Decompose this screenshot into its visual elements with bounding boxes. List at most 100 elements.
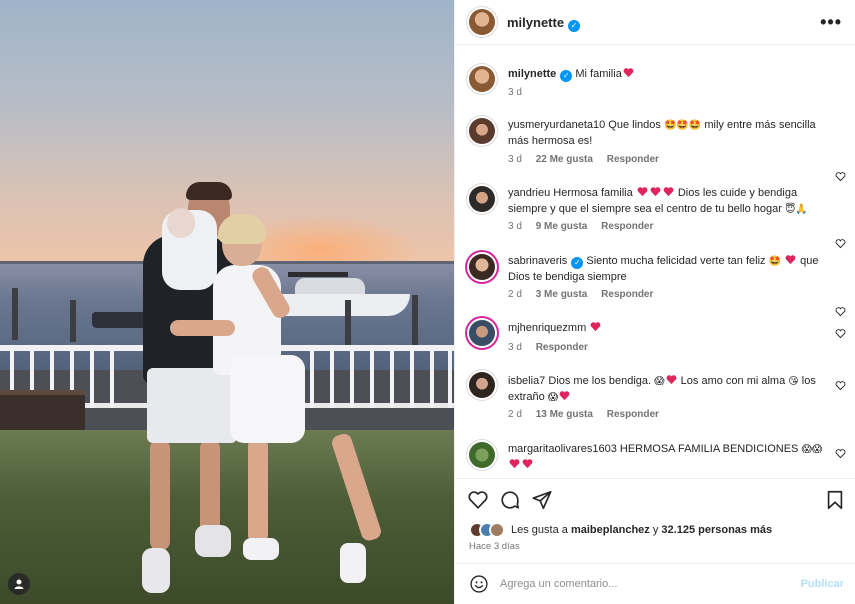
star-struck-icon: 🤩 <box>768 256 782 267</box>
man-hair <box>186 182 232 200</box>
share-paper-plane-icon[interactable] <box>531 489 553 511</box>
emoji-picker-icon[interactable] <box>469 574 489 594</box>
comment-input[interactable] <box>500 574 780 594</box>
man-shoe <box>142 548 170 593</box>
red-heart-icon <box>666 375 677 385</box>
save-bookmark-icon[interactable] <box>824 489 846 511</box>
screaming-face-icon: 😱😱 <box>801 444 823 455</box>
comment-text: sabrinaveris ✓ Siento mucha felicidad ver… <box>508 254 823 285</box>
comment-meta: 3 d <box>508 87 533 98</box>
piling <box>70 300 76 342</box>
comment-body: Dios me los bendiga. <box>548 375 652 387</box>
comment-text: yandrieu Hermosa familia Dios les cuide … <box>508 186 823 217</box>
like-comment-icon[interactable] <box>835 448 846 459</box>
tagged-users-button[interactable] <box>8 573 30 595</box>
like-heart-icon[interactable] <box>467 489 489 511</box>
reply-link[interactable]: Responder <box>536 342 588 353</box>
username-link[interactable]: sabrinaveris <box>508 255 567 267</box>
post-photo[interactable] <box>0 0 454 604</box>
screaming-face-icon: 😱 <box>547 391 559 403</box>
comment-text: yusmeryurdaneta10 Que lindos 🤩🤩🤩 mily en… <box>508 118 823 149</box>
verified-badge-icon: ✓ <box>571 257 584 269</box>
verified-badge-icon: ✓ <box>560 70 573 82</box>
comment-text: mjhenriquezmm <box>508 321 823 337</box>
comment-bubble-icon[interactable] <box>499 489 521 511</box>
username-link[interactable]: margaritaolivares1603 <box>508 443 617 455</box>
reply-link[interactable]: Responder <box>607 154 659 165</box>
comment-text: isbelia7 Dios me los bendiga. 😱 Los amo … <box>508 374 823 405</box>
red-heart-icon <box>785 255 796 265</box>
post-header: milynette ✓ ••• <box>455 0 855 45</box>
user-icon <box>14 579 24 589</box>
username-link[interactable]: yandrieu <box>508 187 550 199</box>
liker-username-link[interactable]: maibeplanchez <box>571 524 650 536</box>
man-leg <box>200 440 220 535</box>
liker-avatar <box>489 522 505 538</box>
username-text: milynette <box>508 68 557 80</box>
post-timestamp[interactable]: Hace 3 días <box>469 541 520 552</box>
avatar[interactable] <box>469 9 495 35</box>
like-count-link[interactable]: 3 Me gusta <box>536 289 588 300</box>
like-count-link[interactable]: 22 Me gusta <box>536 154 593 165</box>
post-side-panel: milynette ✓ ••• milynette ✓ Mi familia 3 d… <box>454 0 855 604</box>
like-comment-icon[interactable] <box>835 238 846 249</box>
like-comment-icon[interactable] <box>835 380 846 391</box>
heart-eyes-icon: 🤩🤩🤩 <box>663 120 702 131</box>
red-heart-icon <box>663 187 674 197</box>
piling <box>412 295 418 350</box>
man-leg <box>150 440 170 550</box>
username-text: milynette <box>507 15 565 30</box>
timestamp: 3 d <box>508 154 522 165</box>
red-heart-icon <box>623 68 634 78</box>
man-shoe <box>195 525 231 557</box>
avatar[interactable] <box>469 186 495 212</box>
woman-hair <box>218 214 266 244</box>
comment-text: margaritaolivares1603 HERMOSA FAMILIA BE… <box>508 442 823 473</box>
blowing-kiss-icon: 😘 <box>788 376 799 387</box>
likes-middle: y <box>652 524 659 536</box>
avatar[interactable] <box>469 118 495 144</box>
publish-button[interactable]: Publicar <box>801 578 844 590</box>
comment-meta: 3 d Responder <box>508 342 599 353</box>
reply-link[interactable]: Responder <box>601 289 653 300</box>
timestamp: 2 d <box>508 409 522 420</box>
comments-list: milynette ✓ Mi familia 3 d yusmeryurdanet… <box>455 46 855 478</box>
screaming-face-icon: 😱 <box>654 376 665 387</box>
likes-prefix: Les gusta a <box>511 524 568 536</box>
username-link[interactable]: milynette <box>508 68 556 80</box>
like-comment-icon[interactable] <box>835 306 846 317</box>
more-options-icon[interactable]: ••• <box>820 12 842 33</box>
likes-text: Les gusta a maibeplanchez y 32.125 perso… <box>511 524 772 536</box>
lawn <box>0 430 454 604</box>
timestamp: 3 d <box>508 87 522 98</box>
likes-count-link[interactable]: 32.125 personas más <box>661 524 772 536</box>
like-comment-icon[interactable] <box>835 171 846 182</box>
like-comment-icon[interactable] <box>835 328 846 339</box>
comment-body: HERMOSA FAMILIA BENDICIONES <box>619 443 799 455</box>
smiling-halo-icon: 😇🙏 <box>785 203 808 215</box>
comment-body: Hermosa familia <box>553 187 633 199</box>
avatar[interactable] <box>469 320 495 346</box>
like-count-link[interactable]: 9 Me gusta <box>536 221 588 232</box>
red-heart-icon <box>637 187 648 197</box>
username-link[interactable]: yusmeryurdaneta10 <box>508 119 605 131</box>
reply-link[interactable]: Responder <box>607 409 659 420</box>
reply-link[interactable]: Responder <box>601 221 653 232</box>
comment-meta: 3 d 22 Me gusta Responder <box>508 154 670 165</box>
avatar[interactable] <box>469 66 495 92</box>
username-link[interactable]: mjhenriquezmm <box>508 322 586 334</box>
comment-composer: Publicar <box>455 563 855 604</box>
like-count-link[interactable]: 13 Me gusta <box>536 409 593 420</box>
red-heart-icon <box>590 322 601 332</box>
woman-shoe <box>243 538 279 560</box>
comment-meta: 3 d 9 Me gusta Responder <box>508 221 664 232</box>
comment-meta: 2 d 3 Me gusta Responder <box>508 289 664 300</box>
avatar[interactable] <box>469 442 495 468</box>
boat <box>270 272 410 322</box>
avatar[interactable] <box>469 254 495 280</box>
red-heart-icon <box>559 390 570 400</box>
username-link[interactable]: isbelia7 <box>508 375 545 387</box>
username-link[interactable]: milynette ✓ <box>507 15 581 32</box>
avatar[interactable] <box>469 372 495 398</box>
red-heart-icon <box>522 458 533 468</box>
